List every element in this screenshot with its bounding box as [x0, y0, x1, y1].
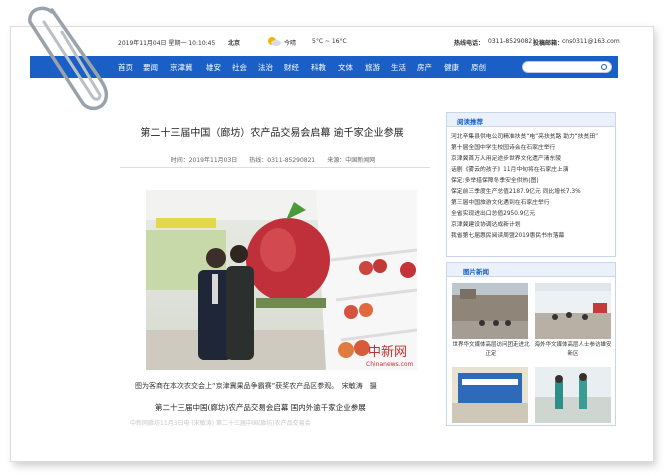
news-thumbnail[interactable] — [452, 367, 528, 423]
list-item[interactable]: 我省第七届惠民阅读周暨2019惠民书市落幕 — [451, 231, 616, 242]
list-item[interactable]: 第十届全国中学生校园诗会在石家庄举行 — [451, 143, 616, 154]
thumbnail-caption[interactable]: 海外华文媒体高层人士参访雄安新区 — [533, 341, 613, 359]
list-item[interactable]: 全省实现进出口总值2950.9亿元 — [451, 209, 616, 220]
list-item[interactable]: 京津冀建设协调达成新计划 — [451, 220, 616, 231]
date-time: 2019年11月04日 星期一 10:10:45 — [118, 40, 216, 47]
list-item[interactable]: 河北辛集县供电公司精准扶贫“电”亮扶贫路 助力“扶贫田” — [451, 132, 616, 143]
nav-item-science[interactable]: 科教 — [311, 62, 326, 73]
nav-item-jingjinji[interactable]: 京津冀 — [170, 62, 193, 73]
picture-news-title: 图片新闻 — [463, 268, 489, 276]
news-thumbnail[interactable] — [535, 367, 611, 423]
recommend-list: 河北辛集县供电公司精准扶贫“电”亮扶贫路 助力“扶贫田” 第十届全国中学生校园诗… — [451, 132, 616, 242]
article-subhead: 第二十三届中国(廊坊)农产品交易会启幕 国内外逾千家企业参展 — [155, 403, 366, 412]
city: 北京 — [228, 40, 241, 47]
list-item[interactable]: 保定前三季度生产总值2187.9亿元 同比增长7.3% — [451, 187, 616, 198]
nav-item-finance[interactable]: 财经 — [284, 62, 299, 73]
nav-item-news[interactable]: 要闻 — [143, 62, 158, 73]
divider — [120, 167, 430, 168]
hotline-label: 热线电话： — [454, 40, 485, 47]
search-input[interactable] — [522, 61, 612, 73]
article-meta: 时间：2019年11月03日 热线：0311-85290821 来源：中国新闻网 — [170, 157, 376, 164]
recommend-title: 阅读推荐 — [457, 118, 483, 126]
weather-sun-icon — [266, 35, 282, 49]
thumbnail-caption[interactable]: 世界华文媒体高层访问团走进北正定 — [451, 341, 531, 359]
list-item[interactable]: 第三届中国旅游文化遇到在石家庄举行 — [451, 198, 616, 209]
watermark-url: Chinanews.com — [366, 361, 414, 368]
photo-caption: 图为客商在本次农交会上“京津冀果品争霸赛”获奖农产品区参观。 宋敏涛 摄 — [135, 382, 377, 390]
email-label: 投稿邮箱： — [533, 40, 564, 47]
hotline: 0311-85290821 — [488, 38, 536, 45]
nav-item-society[interactable]: 社会 — [232, 62, 247, 73]
news-thumbnail[interactable] — [535, 283, 611, 339]
email[interactable]: cns0311@163.com — [562, 38, 620, 45]
article-title: 第二十三届中国（廊坊）农产品交易会启幕 逾千家企业参展 — [140, 128, 404, 139]
recommend-box: 阅读推荐 河北辛集县供电公司精准扶贫“电”亮扶贫路 助力“扶贫田” 第十届全国中… — [446, 112, 616, 257]
article-body-fade: 中新网廊坊11月3日电 (宋敏涛) 第二十三届中国(廊坊)农产品交易会 — [130, 420, 311, 426]
recommend-header: 阅读推荐 — [447, 113, 615, 127]
article-photo: 中新网 Chinanews.com — [146, 190, 417, 370]
weather-text: 今晴 — [284, 40, 297, 47]
news-thumbnail[interactable] — [452, 283, 528, 339]
list-item[interactable]: 京津冀首万人用足途步世界文化遗产清东陵 — [451, 154, 616, 165]
list-item[interactable]: 保定:多举措保障冬季安全供热(图) — [451, 176, 616, 187]
picture-news-box: 图片新闻 世界华文媒体高层访问团走进北正定 海外华文媒体高层人士参访雄安新区 — [446, 262, 616, 426]
search-icon[interactable] — [601, 64, 607, 70]
list-item[interactable]: 话剧《雾云的孩子》11月中旬将在石家庄上演 — [451, 165, 616, 176]
nav-item-xiongan[interactable]: 雄安 — [206, 62, 221, 73]
nav-item-sports[interactable]: 文体 — [338, 62, 353, 73]
nav-item-original[interactable]: 原创 — [471, 62, 486, 73]
watermark-text: 中新网 — [368, 344, 407, 360]
nav-item-estate[interactable]: 房产 — [417, 62, 432, 73]
nav-item-life[interactable]: 生活 — [391, 62, 406, 73]
nav-item-travel[interactable]: 旅游 — [365, 62, 380, 73]
nav-item-health[interactable]: 健康 — [444, 62, 459, 73]
nav-item-law[interactable]: 法治 — [258, 62, 273, 73]
temperature: 5°C ~ 16°C — [312, 38, 347, 45]
paperclip-icon — [28, 6, 109, 111]
picture-news-header: 图片新闻 — [447, 263, 615, 277]
